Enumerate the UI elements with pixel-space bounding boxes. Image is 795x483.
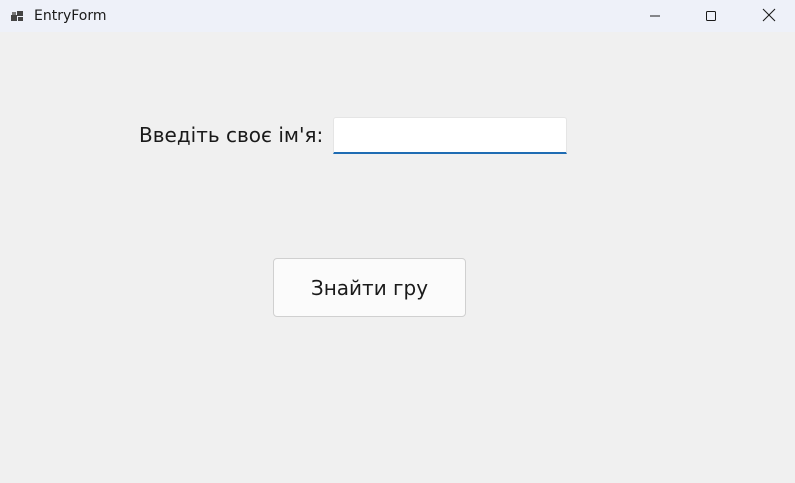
app-icon xyxy=(10,8,26,24)
title-bar[interactable]: EntryForm xyxy=(0,0,795,32)
name-label: Введіть своє ім'я: xyxy=(139,123,324,147)
entry-form-window: EntryForm Введіть своє ім'я: Знайти гру xyxy=(0,0,795,483)
close-button[interactable] xyxy=(740,0,795,32)
close-icon xyxy=(762,7,776,26)
minimize-button[interactable] xyxy=(626,0,684,32)
find-game-button[interactable]: Знайти гру xyxy=(273,258,466,317)
form-client-area: Введіть своє ім'я: Знайти гру xyxy=(0,32,795,483)
window-title: EntryForm xyxy=(34,8,107,24)
name-input[interactable] xyxy=(333,117,567,154)
minimize-icon xyxy=(649,7,661,26)
maximize-button[interactable] xyxy=(682,0,740,32)
maximize-icon xyxy=(705,7,717,26)
